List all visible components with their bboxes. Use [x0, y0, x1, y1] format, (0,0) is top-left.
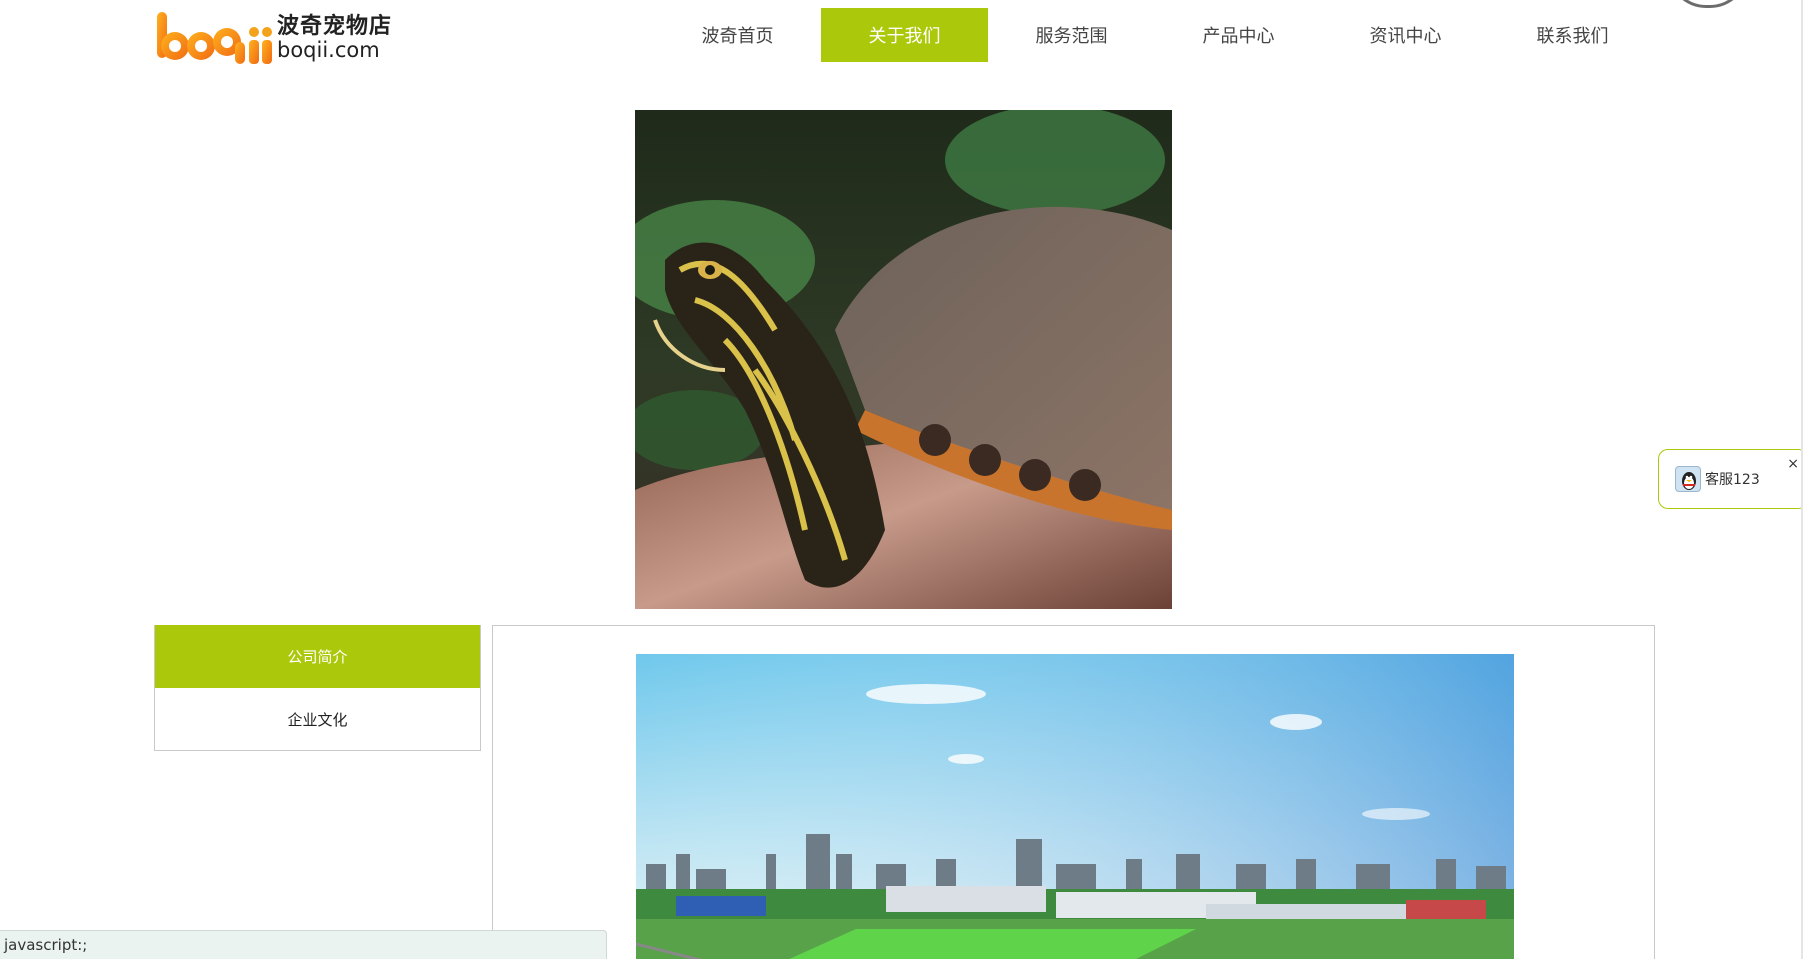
nav-contact[interactable]: 联系我们: [1489, 8, 1656, 62]
side-menu: 公司简介 企业文化: [154, 625, 481, 751]
floating-badge[interactable]: [1668, 0, 1748, 8]
nav-news[interactable]: 资讯中心: [1322, 8, 1489, 62]
browser-status-bar: javascript:;: [0, 930, 607, 959]
scrollbar[interactable]: [1801, 0, 1811, 959]
customer-service-widget[interactable]: 客服123 ×: [1658, 449, 1808, 509]
side-item-corporate-culture[interactable]: 企业文化: [155, 688, 480, 750]
close-icon[interactable]: ×: [1787, 456, 1799, 472]
logo-title: 波奇宠物店: [277, 13, 393, 39]
content-panel: [492, 625, 1655, 959]
logo-mark-icon: [155, 10, 273, 66]
site-logo[interactable]: 波奇宠物店 boqii.com: [155, 8, 395, 68]
nav-home[interactable]: 波奇首页: [654, 8, 821, 62]
customer-service-label[interactable]: 客服123: [1705, 469, 1760, 489]
nav-about[interactable]: 关于我们: [821, 8, 988, 62]
status-bar-text: javascript:;: [4, 936, 88, 954]
company-building-image: [636, 654, 1514, 959]
qq-penguin-icon: [1675, 466, 1701, 492]
banner-image: [635, 110, 1172, 609]
side-item-company-profile[interactable]: 公司简介: [155, 625, 480, 688]
main-nav: 波奇首页 关于我们 服务范围 产品中心 资讯中心 联系我们: [654, 8, 1656, 62]
nav-products[interactable]: 产品中心: [1155, 8, 1322, 62]
logo-domain: boqii.com: [277, 37, 380, 62]
nav-services[interactable]: 服务范围: [988, 8, 1155, 62]
